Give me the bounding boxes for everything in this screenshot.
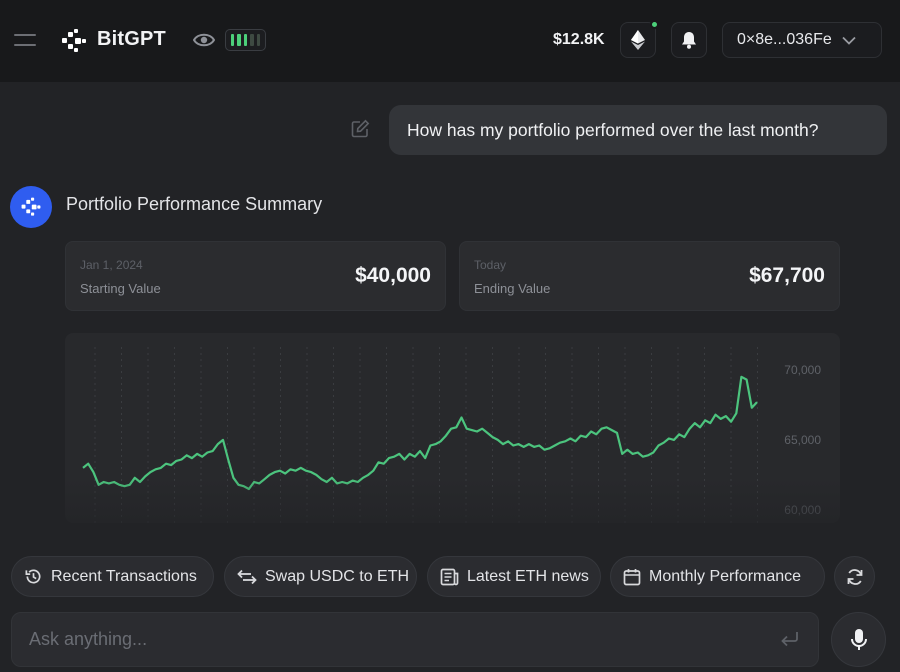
start-date: Jan 1, 2024 — [80, 258, 143, 272]
eye-icon[interactable] — [193, 31, 215, 49]
end-label: Ending Value — [474, 281, 551, 296]
assistant-avatar — [10, 186, 52, 228]
battery-icon — [225, 29, 266, 51]
start-value: $40,000 — [355, 264, 431, 287]
top-bar: BitGPT $12.8K 0×8e...036Fe — [0, 0, 900, 82]
bitgpt-logo-icon[interactable] — [60, 27, 88, 55]
calendar-icon — [623, 568, 641, 585]
bell-icon — [682, 32, 696, 49]
bitgpt-logo-icon — [21, 197, 41, 216]
end-date: Today — [474, 258, 507, 272]
ask-input[interactable] — [12, 613, 772, 666]
chip-recent-transactions[interactable]: Recent Transactions — [11, 556, 214, 597]
ask-input-container — [11, 612, 819, 667]
start-label: Starting Value — [80, 281, 161, 296]
portfolio-line-chart: 70,000 65,000 60,000 — [82, 347, 821, 523]
end-value: $67,700 — [749, 264, 825, 287]
menu-icon[interactable] — [14, 33, 36, 47]
chip-monthly-performance[interactable]: Monthly Performance — [610, 556, 825, 597]
portfolio-chart: 70,000 65,000 60,000 — [65, 333, 840, 523]
network-status-dot — [650, 20, 659, 29]
microphone-icon — [850, 628, 867, 650]
starting-value-card: Jan 1, 2024 Starting Value $40,000 — [65, 241, 446, 311]
y-tick-label: 60,000 — [784, 503, 821, 517]
wallet-address: 0×8e...036Fe — [737, 31, 832, 48]
chip-label: Recent Transactions — [51, 567, 197, 585]
portfolio-value-line — [82, 375, 758, 491]
newspaper-icon — [440, 568, 459, 585]
summary-title: Portfolio Performance Summary — [66, 194, 323, 214]
wallet-balance: $12.8K — [553, 31, 605, 48]
chip-label: Swap USDC to ETH — [265, 567, 410, 585]
chip-latest-eth-news[interactable]: Latest ETH news — [427, 556, 601, 597]
y-tick-label: 70,000 — [784, 363, 821, 377]
refresh-icon — [847, 568, 862, 585]
ending-value-card: Today Ending Value $67,700 — [459, 241, 840, 311]
y-tick-label: 65,000 — [784, 433, 821, 447]
enter-icon[interactable] — [780, 630, 800, 648]
ethereum-icon — [631, 30, 645, 50]
swap-arrows-icon — [237, 569, 257, 584]
wallet-selector[interactable]: 0×8e...036Fe — [722, 22, 882, 58]
history-icon — [25, 569, 41, 584]
notifications-button[interactable] — [671, 22, 707, 58]
chip-label: Latest ETH news — [467, 567, 589, 585]
chip-swap-usdc-eth[interactable]: Swap USDC to ETH — [224, 556, 417, 597]
refresh-suggestions-button[interactable] — [834, 556, 875, 597]
edit-icon[interactable] — [350, 119, 370, 139]
microphone-button[interactable] — [831, 612, 886, 667]
brand-name: BitGPT — [97, 28, 166, 50]
chevron-down-icon — [842, 36, 856, 45]
chip-label: Monthly Performance — [649, 567, 802, 585]
user-message-bubble: How has my portfolio performed over the … — [389, 105, 887, 155]
